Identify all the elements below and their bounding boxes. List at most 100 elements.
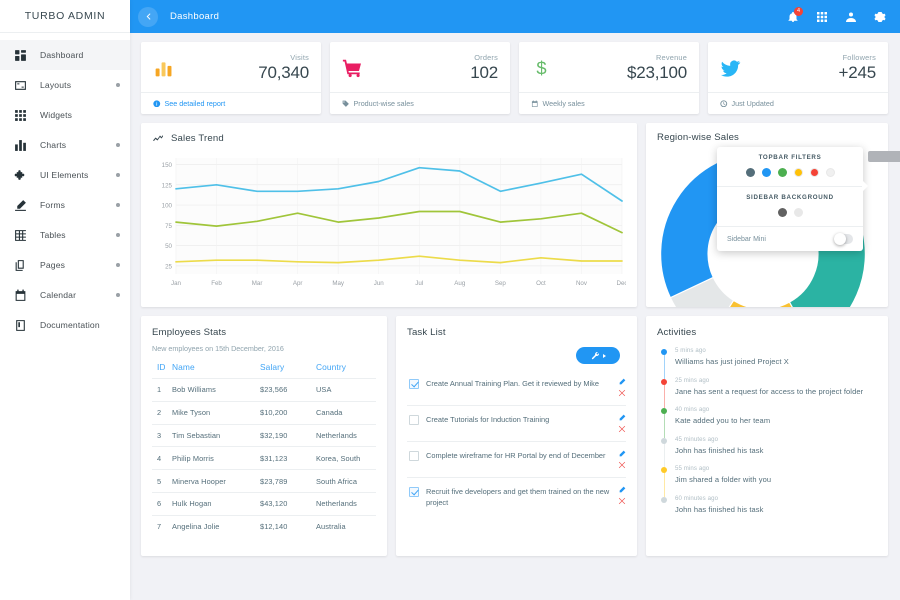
- cell-id: 7: [152, 514, 172, 538]
- cell-country: Netherlands: [316, 491, 376, 516]
- cell-id: 1: [152, 378, 172, 402]
- stat-value: +245: [838, 63, 877, 82]
- sidebar-item-widgets[interactable]: Widgets: [0, 100, 130, 130]
- close-x-icon[interactable]: [618, 461, 626, 469]
- cell-salary: $23,789: [260, 469, 316, 493]
- close-x-icon[interactable]: [618, 497, 626, 505]
- column-header-name[interactable]: Name: [172, 362, 260, 379]
- table-row[interactable]: 1 Bob Williams $23,566 USA: [152, 378, 376, 402]
- sidebar-item-dashboard[interactable]: Dashboard: [0, 40, 130, 70]
- profile-button[interactable]: [844, 10, 857, 23]
- topbar-color-swatch[interactable]: [793, 168, 803, 177]
- cell-id: 6: [152, 491, 172, 516]
- shopping-cart-icon: [342, 55, 368, 81]
- table-row[interactable]: 5 Minerva Hooper $23,789 South Africa: [152, 469, 376, 493]
- table-header-row: ID Name Salary Country: [152, 362, 376, 379]
- close-x-icon[interactable]: [618, 425, 626, 433]
- stat-footer-link[interactable]: See detailed report: [141, 92, 321, 114]
- settings-button[interactable]: [873, 10, 886, 23]
- topbar-color-swatch[interactable]: [777, 168, 787, 177]
- sidebar-item-label: Documentation: [40, 320, 100, 330]
- topbar-color-swatch[interactable]: [745, 168, 755, 177]
- sidebar-mini-toggle[interactable]: [834, 233, 853, 245]
- topbar-color-swatch[interactable]: [761, 168, 771, 177]
- task-actions: [618, 486, 626, 505]
- sidebar-item-ui-elements[interactable]: UI Elements: [0, 160, 130, 190]
- notification-badge: 4: [794, 7, 803, 16]
- settings-drawer-handle[interactable]: [868, 151, 900, 162]
- sidebar-color-swatch[interactable]: [793, 208, 803, 217]
- stat-footer-link[interactable]: Just Updated: [708, 92, 888, 114]
- task-checkbox[interactable]: [409, 487, 419, 497]
- list-item: Recruit five developers and get them tra…: [407, 477, 626, 516]
- column-header-country[interactable]: Country: [316, 362, 376, 379]
- topbar-actions: 4: [786, 7, 886, 23]
- table-row[interactable]: 4 Philip Morris $31,123 Korea, South: [152, 446, 376, 470]
- card-title: Region-wise Sales: [657, 132, 740, 143]
- sidebar-item-label: Dashboard: [40, 50, 84, 60]
- table-row[interactable]: 3 Tim Sebastian $32,190 Netherlands: [152, 423, 376, 447]
- table-row[interactable]: 2 Mike Tyson $10,200 Canada: [152, 400, 376, 425]
- stat-cards-row: Visits 70,340 See detailed report Orders…: [141, 42, 888, 114]
- page-title: Dashboard: [170, 11, 220, 22]
- column-header-id[interactable]: ID: [152, 362, 172, 379]
- task-actions: [618, 414, 626, 433]
- pencil-icon: [12, 197, 29, 214]
- stat-footer-text: Just Updated: [731, 99, 774, 108]
- sidebar-item-charts[interactable]: Charts: [0, 130, 130, 160]
- activity-text: Jane has sent a request for access to th…: [675, 386, 864, 396]
- cell-country: South Africa: [316, 469, 376, 493]
- theme-settings-panel: TOPBAR FILTERS SIDEBAR BACKGROUND Sideba…: [717, 147, 868, 251]
- book-icon: [12, 317, 29, 334]
- cell-id: 4: [152, 446, 172, 470]
- close-x-icon[interactable]: [618, 389, 626, 397]
- topbar-color-swatch[interactable]: [825, 168, 835, 177]
- sidebar-color-swatch[interactable]: [777, 208, 787, 217]
- sidebar-item-label: Pages: [40, 260, 66, 270]
- sidebar-item-layouts[interactable]: Layouts: [0, 70, 130, 100]
- task-actions: [618, 378, 626, 397]
- pencil-icon[interactable]: [618, 450, 626, 458]
- table-row[interactable]: 6 Hulk Hogan $43,120 Netherlands: [152, 491, 376, 516]
- stat-footer-link[interactable]: Weekly sales: [519, 92, 699, 114]
- apps-button[interactable]: [815, 10, 828, 23]
- task-settings-button[interactable]: [576, 347, 620, 364]
- pencil-icon[interactable]: [618, 378, 626, 386]
- pencil-icon[interactable]: [618, 486, 626, 494]
- notifications-button[interactable]: 4: [786, 7, 803, 23]
- back-button[interactable]: [138, 6, 158, 27]
- task-checkbox[interactable]: [409, 415, 419, 425]
- sidebar-background-title: SIDEBAR BACKGROUND: [746, 194, 834, 201]
- task-checkbox[interactable]: [409, 451, 419, 461]
- cell-salary: $32,190: [260, 423, 316, 447]
- cell-name: Angelina Jolie: [172, 514, 260, 538]
- sidebar-item-label: Layouts: [40, 80, 72, 90]
- pencil-icon[interactable]: [618, 414, 626, 422]
- tag-icon: [342, 100, 349, 107]
- cell-salary: $10,200: [260, 400, 316, 425]
- employees-table: ID Name Salary Country 1 Bob Williams $23,…: [152, 362, 376, 538]
- task-checkbox[interactable]: [409, 379, 419, 389]
- stat-footer-link[interactable]: Product-wise sales: [330, 92, 510, 114]
- svg-text:Dec: Dec: [616, 280, 626, 287]
- sidebar-item-calendar[interactable]: Calendar: [0, 280, 130, 310]
- topbar-color-swatch[interactable]: [809, 168, 819, 177]
- task-label: Create Annual Training Plan. Get it revi…: [426, 379, 599, 388]
- apps-grid-icon: [816, 11, 827, 22]
- list-item: Complete wireframe for HR Portal by end …: [407, 441, 626, 477]
- sidebar-item-label: UI Elements: [40, 170, 89, 180]
- sidebar-item-forms[interactable]: Forms: [0, 190, 130, 220]
- activity-time: 45 minutes ago: [675, 435, 719, 443]
- sidebar-item-tables[interactable]: Tables: [0, 220, 130, 250]
- cell-country: Korea, South: [316, 446, 376, 470]
- topbar: Dashboard 4: [130, 0, 900, 33]
- pages-icon: [12, 257, 29, 274]
- sidebar-item-documentation[interactable]: Documentation: [0, 310, 130, 340]
- activities-card: Activities 5 mins ago Williams has just j…: [646, 316, 888, 556]
- column-header-salary[interactable]: Salary: [260, 362, 316, 379]
- table-row[interactable]: 7 Angelina Jolie $12,140 Australia: [152, 514, 376, 538]
- cell-salary: $43,120: [260, 491, 316, 516]
- activity-time: 25 mins ago: [675, 376, 710, 384]
- sidebar-item-pages[interactable]: Pages: [0, 250, 130, 280]
- sidebar-item-label: Tables: [40, 230, 66, 240]
